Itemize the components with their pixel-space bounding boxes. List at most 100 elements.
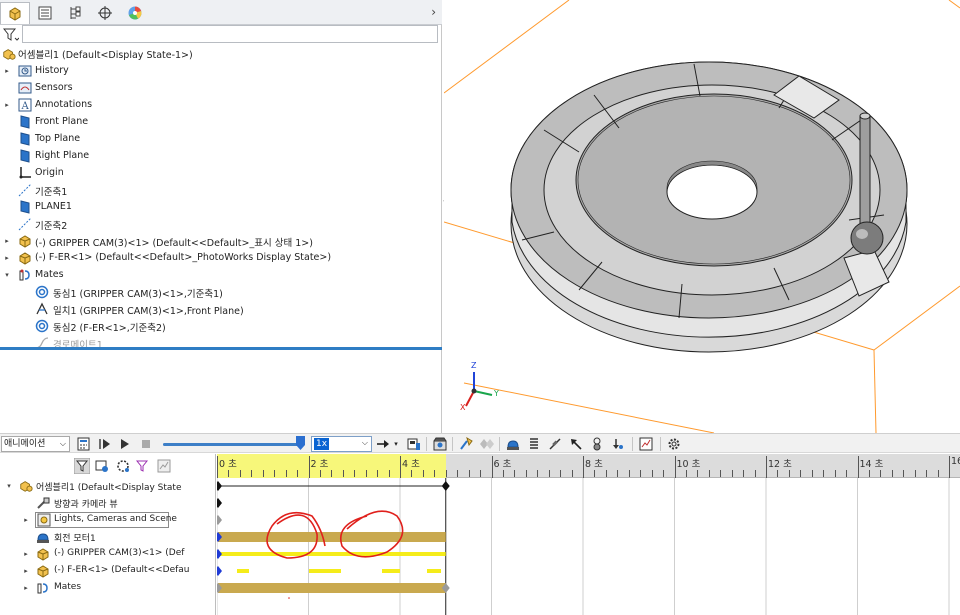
tree-item-label: 일치1 (GRIPPER CAM(3)<1>,Front Plane) [53, 306, 244, 317]
part-icon [37, 548, 49, 561]
expand-icon[interactable]: ▸ [22, 567, 30, 575]
part-icon [37, 565, 49, 578]
add-key-icon [480, 439, 494, 449]
gear-icon [668, 438, 680, 450]
motion-tree-gripper-cam[interactable]: ▸ (-) GRIPPER CAM(3)<1> (Def [0, 546, 216, 563]
tree-item-label: Front Plane [35, 116, 89, 127]
autokey-icon [460, 437, 473, 450]
playback-speed-select[interactable]: 1x ⌵ [311, 436, 372, 452]
damper-icon [549, 438, 561, 450]
animation-wizard-button[interactable] [432, 436, 448, 452]
damper-button[interactable] [547, 436, 563, 452]
tab-propertymanager[interactable] [30, 2, 60, 24]
spring-button[interactable] [526, 436, 542, 452]
playback-mode-dropdown[interactable]: ▾ [392, 436, 400, 452]
contact-button[interactable] [589, 436, 605, 452]
orientation-triad [465, 372, 493, 407]
tree-item-label: History [35, 65, 69, 76]
collapse-icon[interactable]: ▾ [5, 482, 13, 490]
motion-tree-rotary-motor[interactable]: 회전 모터1 [0, 529, 216, 546]
tree-item-label: Annotations [35, 99, 93, 110]
motion-tree-lights[interactable]: ▸ Lights, Cameras and Scene [0, 512, 216, 529]
expand-icon[interactable]: ▸ [22, 516, 30, 524]
results-plots-icon [639, 437, 653, 451]
motion-tree-f-er[interactable]: ▸ (-) F-ER<1> (Default<<Defau [0, 563, 216, 580]
mates-folder-icon [37, 583, 48, 594]
expand-icon[interactable]: ▸ [3, 254, 11, 262]
filter-plots-icon[interactable] [156, 458, 172, 474]
study-type-value: 애니메이션 [4, 439, 46, 449]
axis-icon [18, 217, 32, 231]
motor-track-bar [218, 532, 446, 542]
arrow-right-icon [377, 440, 389, 448]
force-arrow-icon [571, 439, 582, 450]
stop-icon [142, 440, 150, 448]
filter-driving-icon[interactable] [94, 458, 110, 474]
graphics-viewport[interactable]: Z Y X [444, 0, 960, 433]
key-point [217, 498, 222, 508]
motion-tree-root[interactable]: ▾ 어셈블리1 (Default<Display State [0, 478, 216, 495]
motion-tree-camera-views[interactable]: 방향과 카메라 뷰 [0, 495, 216, 512]
filter-icon[interactable] [3, 28, 19, 42]
tree-item-label: Sensors [35, 82, 73, 93]
play-from-start-button[interactable] [97, 436, 113, 452]
mates-folder-icon [19, 269, 30, 281]
mates-track-bar [218, 583, 446, 593]
motion-tree-mates[interactable]: ▸ Mates [0, 580, 216, 597]
filter-selected-icon[interactable] [115, 458, 131, 474]
timeline-area[interactable]: 0 초2 초4 초6 초8 초10 초12 초14 초16 [217, 454, 960, 615]
tab-dimxpert[interactable] [90, 2, 120, 24]
force-button[interactable] [568, 436, 584, 452]
camera-view-icon [37, 497, 50, 509]
motion-tree-label: 회전 모터1 [54, 534, 96, 544]
key-point [217, 481, 222, 491]
tree-item-label: (-) F-ER<1> (Default<<Default>_PhotoWork… [35, 252, 332, 263]
stop-button[interactable] [139, 436, 153, 452]
playback-mode-button[interactable] [376, 436, 390, 452]
expand-icon[interactable]: ▸ [22, 550, 30, 558]
motor-button[interactable] [505, 436, 521, 452]
tab-featuremanager[interactable] [0, 2, 30, 24]
results-plots-button[interactable] [638, 436, 654, 452]
svg-text:A: A [21, 101, 30, 112]
autokey-button[interactable] [458, 436, 474, 452]
study-type-select[interactable]: 애니메이션 ⌵ [1, 436, 70, 452]
expand-icon[interactable]: ▸ [3, 67, 11, 75]
rollback-bar[interactable] [0, 347, 442, 350]
key-point [217, 515, 222, 525]
concentric-mate-icon [35, 285, 49, 299]
triad-y-label: Y [494, 389, 499, 398]
slider-thumb-icon[interactable] [296, 436, 306, 450]
study-properties-button[interactable] [666, 436, 682, 452]
tree-root-label: 어셈블리1 (Default<Display State-1>) [18, 50, 193, 61]
chevron-right-icon[interactable]: › [431, 5, 436, 19]
play-button[interactable] [118, 436, 132, 452]
propertymanager-icon [38, 6, 52, 20]
tree-filter-input[interactable] [22, 25, 438, 43]
toolbar-separator [452, 437, 453, 451]
tree-item-label: 동심1 (GRIPPER CAM(3)<1>,기준축1) [53, 289, 223, 300]
expand-icon[interactable]: ▸ [3, 237, 11, 245]
filter-animated-icon[interactable] [74, 458, 90, 474]
coincident-mate-icon [36, 302, 48, 315]
add-key-button[interactable] [479, 436, 495, 452]
expand-icon[interactable]: ▸ [22, 584, 30, 592]
lights-icon [37, 513, 51, 527]
toolbar-separator [499, 437, 500, 451]
expand-icon[interactable]: ▸ [3, 101, 11, 109]
tab-configurationmanager[interactable] [60, 2, 90, 24]
tab-display-manager[interactable] [120, 2, 150, 24]
key-point [217, 566, 222, 576]
motion-tree-root-label: 어셈블리1 (Default<Display State [36, 483, 182, 493]
filter-results-icon[interactable] [135, 458, 151, 474]
tree-item-label: 동심2 (F-ER<1>,기준축2) [53, 323, 166, 334]
component-track-segment [309, 569, 341, 573]
collapse-icon[interactable]: ▾ [3, 271, 11, 279]
calculate-button[interactable] [76, 436, 92, 452]
motor-icon [507, 440, 519, 450]
gravity-button[interactable] [610, 436, 626, 452]
save-animation-button[interactable] [406, 436, 422, 452]
motion-study-toolbar: 애니메이션 ⌵ 1x ⌵ ▾ [0, 433, 960, 453]
manager-tab-strip: › [0, 0, 442, 25]
playback-slider[interactable] [163, 443, 303, 446]
